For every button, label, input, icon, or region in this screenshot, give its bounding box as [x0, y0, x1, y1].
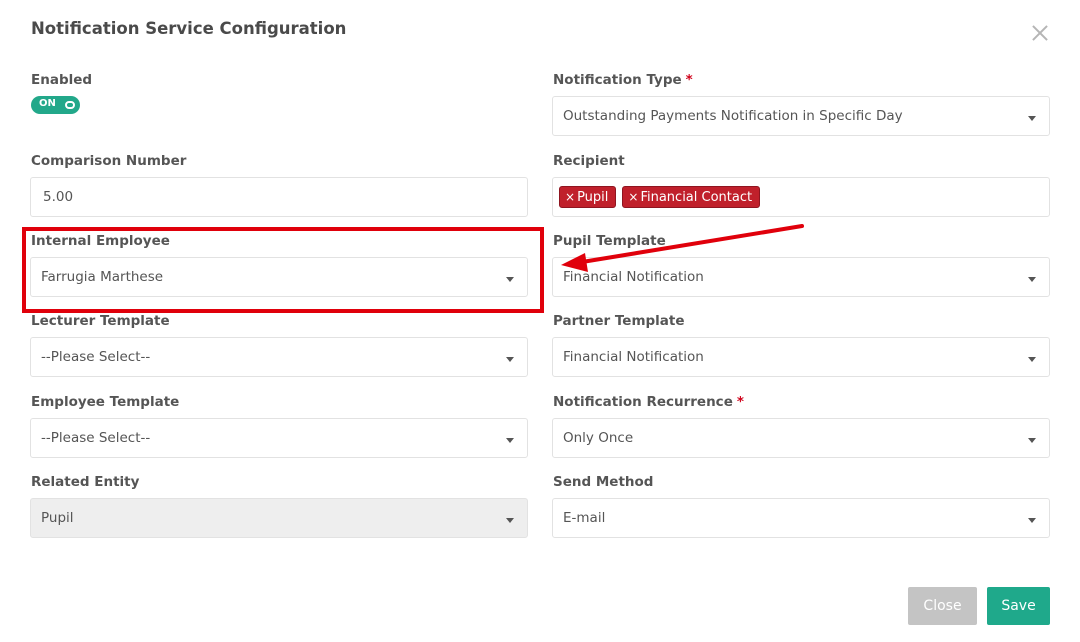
required-marker: *: [736, 394, 744, 410]
recipient-tag-label: Financial Contact: [640, 189, 753, 205]
recipient-tag-financial-contact: × Financial Contact: [622, 186, 761, 208]
notification-type-value: Outstanding Payments Notification in Spe…: [563, 108, 903, 124]
pupil-template-select[interactable]: Financial Notification: [552, 257, 1050, 297]
toggle-text: ON: [39, 98, 56, 109]
related-entity-label: Related Entity: [31, 474, 140, 490]
recipient-tag-pupil: × Pupil: [559, 186, 617, 208]
recipient-multiselect[interactable]: × Pupil × Financial Contact: [552, 177, 1050, 217]
required-marker: *: [685, 72, 693, 88]
partner-template-label: Partner Template: [553, 313, 685, 329]
pupil-template-value: Financial Notification: [563, 269, 704, 285]
highlight-box: [22, 227, 544, 313]
comparison-number-label: Comparison Number: [31, 153, 187, 169]
employee-template-value: --Please Select--: [41, 430, 151, 446]
recipient-tag-label: Pupil: [577, 189, 609, 205]
employee-template-label: Employee Template: [31, 394, 180, 410]
related-entity-select: Pupil: [30, 498, 528, 538]
lecturer-template-label: Lecturer Template: [31, 313, 170, 329]
close-icon[interactable]: [1029, 22, 1051, 44]
partner-template-select[interactable]: Financial Notification: [552, 337, 1050, 377]
related-entity-value: Pupil: [41, 510, 74, 526]
remove-tag-icon[interactable]: ×: [565, 190, 575, 204]
save-button[interactable]: Save: [987, 587, 1050, 625]
enabled-label: Enabled: [31, 72, 93, 88]
enabled-toggle[interactable]: ON: [31, 96, 80, 114]
notification-recurrence-label-text: Notification Recurrence: [553, 394, 733, 410]
employee-template-select[interactable]: --Please Select--: [30, 418, 528, 458]
notification-type-label-text: Notification Type: [553, 72, 682, 88]
send-method-select[interactable]: E-mail: [552, 498, 1050, 538]
lecturer-template-select[interactable]: --Please Select--: [30, 337, 528, 377]
close-button[interactable]: Close: [908, 587, 977, 625]
notification-recurrence-select[interactable]: Only Once: [552, 418, 1050, 458]
partner-template-value: Financial Notification: [563, 349, 704, 365]
comparison-number-value: 5.00: [43, 189, 74, 205]
notification-recurrence-label: Notification Recurrence *: [553, 394, 744, 410]
modal-title: Notification Service Configuration: [31, 19, 347, 38]
send-method-value: E-mail: [563, 510, 606, 526]
comparison-number-input[interactable]: 5.00: [30, 177, 528, 217]
pupil-template-label: Pupil Template: [553, 233, 666, 249]
notification-recurrence-value: Only Once: [563, 430, 634, 446]
toggle-knob: [65, 101, 75, 109]
lecturer-template-value: --Please Select--: [41, 349, 151, 365]
send-method-label: Send Method: [553, 474, 654, 490]
recipient-label: Recipient: [553, 153, 625, 169]
notification-type-label: Notification Type *: [553, 72, 693, 88]
remove-tag-icon[interactable]: ×: [628, 190, 638, 204]
notification-type-select[interactable]: Outstanding Payments Notification in Spe…: [552, 96, 1050, 136]
